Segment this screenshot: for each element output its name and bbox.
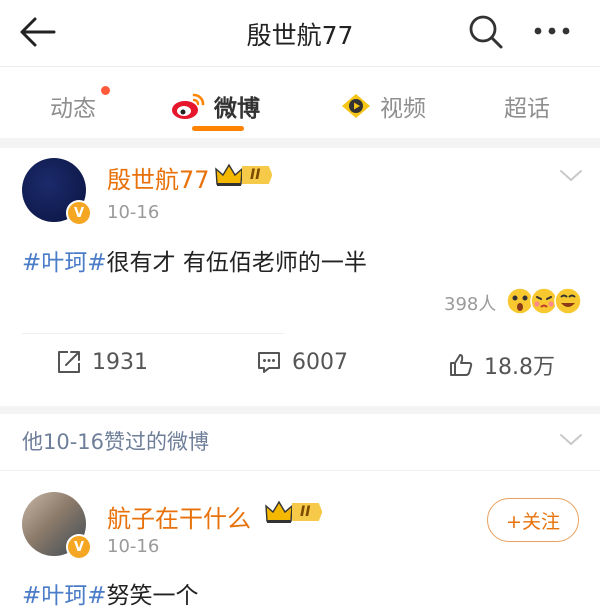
laughing-emoji-icon [554, 287, 582, 315]
vip-level-label: II [242, 166, 273, 184]
active-tab-indicator [192, 126, 244, 131]
like-count: 18.8万 [484, 355, 555, 380]
reaction-divider [22, 333, 284, 334]
topic-link[interactable]: #叶珂# [22, 583, 107, 609]
topic-link[interactable]: #叶珂# [22, 250, 107, 276]
repost-count: 1931 [92, 349, 148, 375]
weibo-logo-icon [172, 93, 205, 119]
like-button[interactable]: 18.8万 [448, 349, 555, 381]
section-gap [0, 138, 600, 148]
crown-icon [215, 163, 243, 186]
post-date: 10-16 [107, 202, 160, 223]
chevron-down-icon[interactable] [558, 432, 584, 448]
verified-badge-icon: V [66, 534, 92, 560]
repost-button[interactable]: 1931 [56, 349, 148, 375]
reaction-count: 398人 [444, 294, 497, 315]
tab-weibo[interactable]: 微博 [170, 86, 260, 126]
post-text: #叶珂#很有才 有伍佰老师的一半 [22, 243, 367, 277]
vip-level-label: II [292, 503, 323, 521]
reaction-emojis[interactable] [506, 286, 582, 316]
vip-badge: II [264, 499, 323, 525]
liked-header-divider [0, 470, 600, 471]
post-username[interactable]: 航子在干什么 [107, 499, 251, 534]
more-icon[interactable] [530, 16, 574, 46]
tab-weibo-label: 微博 [214, 96, 260, 122]
search-icon[interactable] [466, 12, 506, 52]
chevron-down-icon[interactable] [558, 168, 584, 184]
tab-video-label: 视频 [380, 96, 426, 122]
post-date: 10-16 [107, 536, 160, 557]
header-divider [0, 66, 600, 67]
surprised-emoji-icon [506, 287, 534, 315]
post-username[interactable]: 殷世航77 [107, 160, 210, 195]
blowing-kiss-emoji-icon [530, 287, 558, 315]
comment-button[interactable]: 6007 [256, 349, 348, 375]
post-text-content: 很有才 有伍佰老师的一半 [106, 250, 367, 276]
post-text-content: 努笑一个 [106, 583, 199, 609]
comment-icon [258, 352, 280, 373]
page-title: 殷世航77 [246, 21, 354, 50]
verified-badge-icon: V [66, 200, 92, 226]
vip-badge: II [214, 162, 273, 188]
post-text: #叶珂#努笑一个 [22, 576, 199, 610]
liked-section-header: 他10-16赞过的微博 [22, 430, 210, 454]
tab-super-topic-label: 超话 [504, 96, 550, 122]
follow-button[interactable]: +关注 [487, 498, 579, 542]
video-icon [342, 94, 370, 118]
tab-dynamic[interactable]: 动态 [50, 86, 96, 126]
thumbs-up-icon [450, 354, 473, 376]
crown-icon [265, 500, 293, 523]
comment-count: 6007 [292, 349, 348, 375]
tab-video[interactable]: 视频 [340, 86, 426, 126]
share-icon [58, 351, 80, 373]
tab-dynamic-label: 动态 [50, 96, 96, 122]
notification-dot [101, 86, 110, 95]
section-gap [0, 406, 600, 414]
tab-super-topic[interactable]: 超话 [504, 86, 550, 126]
